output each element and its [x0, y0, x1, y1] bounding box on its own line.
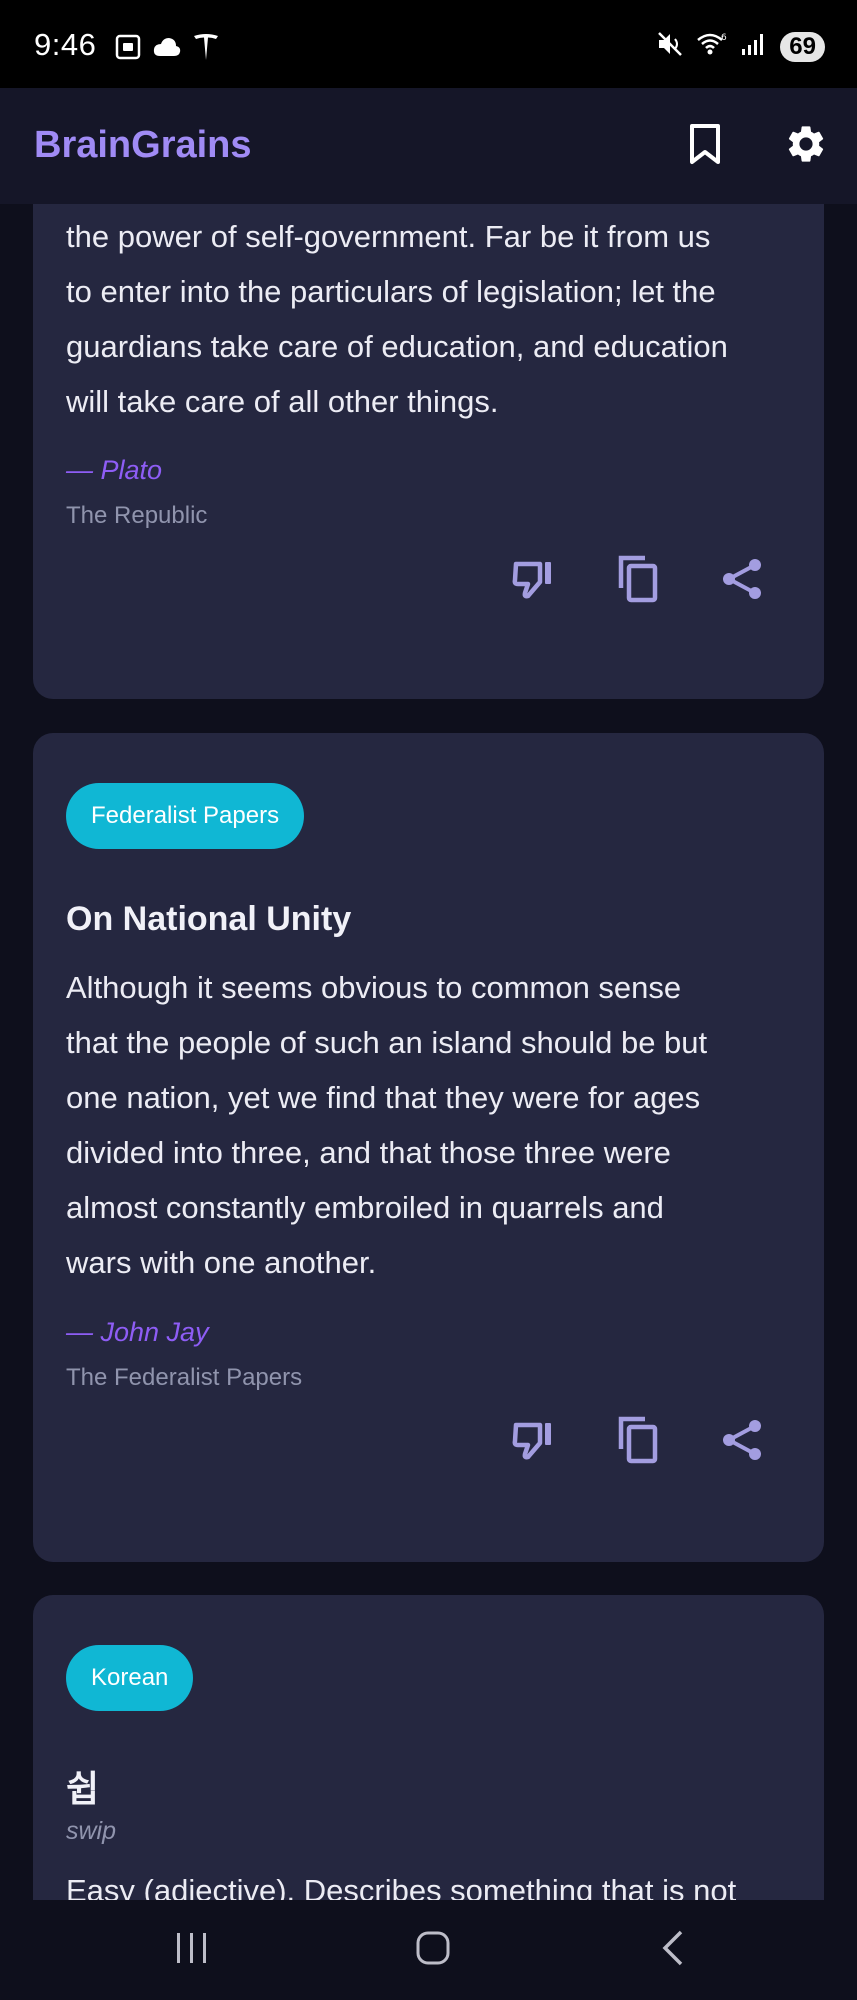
recents-button[interactable]	[162, 1925, 222, 1975]
category-chip[interactable]: Federalist Papers	[66, 783, 305, 849]
quote-author: — John Jay	[66, 1317, 209, 1347]
screenshot-icon	[114, 33, 142, 66]
gear-icon	[784, 122, 828, 171]
status-bar: 9:46 6 69	[0, 0, 857, 88]
back-button[interactable]	[643, 1925, 703, 1975]
quote-feed[interactable]: the power of self-government. Far be it …	[0, 204, 857, 1900]
share-button[interactable]	[718, 1418, 766, 1466]
quote-card: the power of self-government. Far be it …	[33, 204, 824, 699]
home-icon	[415, 1930, 451, 1971]
home-button[interactable]	[403, 1925, 463, 1975]
quote-source: The Republic	[66, 502, 208, 529]
settings-button[interactable]	[778, 118, 834, 174]
vocab-definition: Easy (adjective). Describes something th…	[66, 1873, 737, 1900]
vocab-card: Korean 쉽 swip Easy (adjective). Describe…	[33, 1595, 824, 1900]
back-icon	[659, 1929, 687, 1972]
dislike-button[interactable]	[510, 557, 558, 605]
vocab-romanization: swip	[66, 1817, 117, 1845]
share-icon	[719, 1417, 765, 1468]
copy-button[interactable]	[614, 555, 662, 605]
card-title: On National Unity	[66, 900, 352, 938]
system-nav-bar	[0, 1900, 857, 2000]
category-chip[interactable]: Korean	[66, 1645, 194, 1711]
dislike-button[interactable]	[510, 1418, 558, 1466]
quote-card: Federalist Papers On National Unity Alth…	[33, 733, 824, 1562]
copy-icon	[615, 554, 661, 609]
bookmark-icon	[687, 123, 723, 170]
thumbs-down-icon	[510, 1417, 558, 1468]
recents-icon	[174, 1931, 210, 1970]
thumbs-down-icon	[510, 556, 558, 607]
bookmarks-button[interactable]	[677, 118, 733, 174]
copy-button[interactable]	[614, 1416, 662, 1466]
tesla-icon	[192, 32, 220, 67]
battery-indicator: 69	[780, 31, 825, 62]
wifi-icon: 6	[696, 31, 728, 62]
quote-source: The Federalist Papers	[66, 1364, 303, 1391]
share-button[interactable]	[718, 557, 766, 605]
status-time: 9:46	[34, 27, 97, 62]
app-bar: BrainGrains	[0, 88, 857, 204]
copy-icon	[615, 1415, 661, 1470]
svg-text:6: 6	[721, 33, 727, 43]
quote-author: — Plato	[66, 455, 163, 485]
mute-icon	[656, 30, 684, 63]
app-title: BrainGrains	[34, 124, 252, 166]
share-icon	[719, 556, 765, 607]
quote-text: Although it seems obvious to common sens…	[66, 970, 708, 1280]
cloud-icon	[152, 36, 182, 63]
signal-icon	[740, 31, 768, 62]
quote-text: the power of self-government. Far be it …	[66, 219, 728, 419]
vocab-word: 쉽	[66, 1769, 100, 1810]
